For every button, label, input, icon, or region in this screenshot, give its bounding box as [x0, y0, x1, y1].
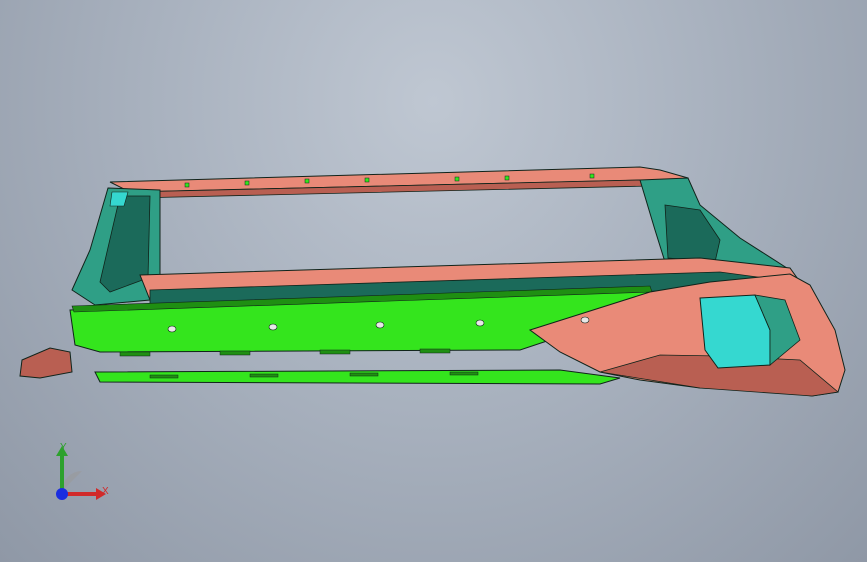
triad-y-label: Y	[60, 442, 67, 453]
triad-x-label: X	[102, 486, 109, 497]
3d-viewport[interactable]: Y X	[0, 0, 867, 562]
left-end-bracket	[19, 347, 73, 379]
right-upright-inner	[664, 204, 721, 263]
coordinate-triad-icon	[40, 436, 120, 516]
cad-model-bumper-frame[interactable]	[0, 0, 867, 562]
